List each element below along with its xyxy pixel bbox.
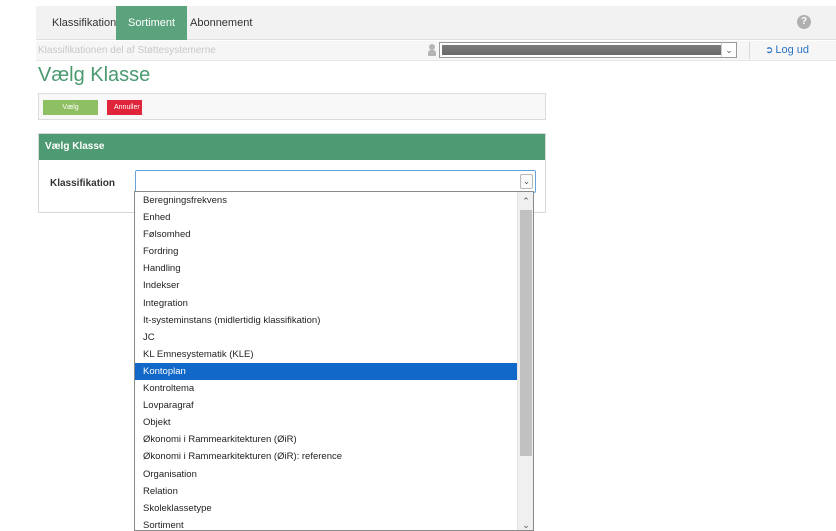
logout-label: Log ud (775, 44, 810, 56)
dropdown-option[interactable]: Organisation (135, 466, 518, 483)
dropdown-option[interactable]: Økonomi i Rammearkitekturen (ØiR) (135, 431, 518, 448)
sign-out-icon: ➲ (765, 45, 774, 56)
classification-select[interactable]: ⌄ (135, 170, 536, 193)
classification-dropdown[interactable]: Beregningsfrekvens Enhed Følsomhed Fordring… (134, 191, 534, 531)
user-icon (428, 44, 436, 56)
dropdown-option[interactable]: KL Emnesystematik (KLE) (135, 346, 518, 363)
dropdown-option[interactable]: Relation (135, 483, 518, 500)
logout-link[interactable]: ➲ Log ud (765, 44, 809, 56)
dropdown-option[interactable]: Indekser (135, 277, 518, 294)
tab-klassifikation[interactable]: Klassifikation (40, 6, 128, 40)
chevron-up-icon[interactable]: ⌃ (518, 195, 533, 207)
tab-sortiment[interactable]: Sortiment (116, 6, 188, 40)
cancel-button[interactable]: Annuller (107, 100, 142, 115)
nav-bar: Klassifikation Sortiment Abonnement ? (36, 6, 836, 40)
dropdown-option[interactable]: Følsomhed (135, 226, 518, 243)
classification-label: Klassifikation (50, 178, 116, 189)
dropdown-option[interactable]: It-systeminstans (midlertidig klassifika… (135, 312, 518, 329)
tab-abonnement[interactable]: Abonnement (178, 6, 264, 40)
chevron-down-icon[interactable]: ⌄ (721, 43, 736, 57)
dropdown-option[interactable]: Kontroltema (135, 380, 518, 397)
panel-header: Vælg Klasse (39, 134, 545, 160)
button-bar: Vælg Annuller (38, 93, 546, 120)
sub-bar: Klassifikationen del af Støttesystemerne… (36, 41, 836, 61)
dropdown-option[interactable]: Integration (135, 295, 518, 312)
select-button[interactable]: Vælg (43, 100, 98, 115)
question-circle-icon[interactable]: ? (797, 15, 811, 29)
top-navigation: Klassifikation Sortiment Abonnement ? (0, 0, 836, 40)
dropdown-option[interactable]: Beregningsfrekvens (135, 192, 518, 209)
dropdown-option[interactable]: Fordring (135, 243, 518, 260)
dropdown-option[interactable]: Enhed (135, 209, 518, 226)
dropdown-option[interactable]: Sortiment (135, 517, 518, 530)
chevron-down-icon[interactable]: ⌄ (518, 519, 533, 530)
dropdown-option[interactable]: JC (135, 329, 518, 346)
scroll-thumb[interactable] (520, 210, 532, 456)
user-select[interactable]: ⌄ (439, 42, 737, 58)
dropdown-option[interactable]: Objekt (135, 414, 518, 431)
dropdown-option[interactable]: Lovparagraf (135, 397, 518, 414)
dropdown-option[interactable]: Kontoplan (135, 362, 518, 381)
page-title: Vælg Klasse (38, 64, 151, 86)
redacted-user-value (442, 45, 721, 55)
dropdown-option[interactable]: Handling (135, 260, 518, 277)
dropdown-option[interactable]: Skoleklassetype (135, 500, 518, 517)
chevron-down-icon[interactable]: ⌄ (520, 174, 533, 189)
dropdown-list: Beregningsfrekvens Enhed Følsomhed Fordring… (135, 192, 518, 530)
dropdown-option[interactable]: Økonomi i Rammearkitekturen (ØiR): refer… (135, 448, 518, 465)
dropdown-scrollbar[interactable]: ⌃ ⌄ (517, 192, 533, 530)
divider (749, 42, 750, 59)
app-subtitle: Klassifikationen del af Støttesystemerne (38, 45, 216, 56)
